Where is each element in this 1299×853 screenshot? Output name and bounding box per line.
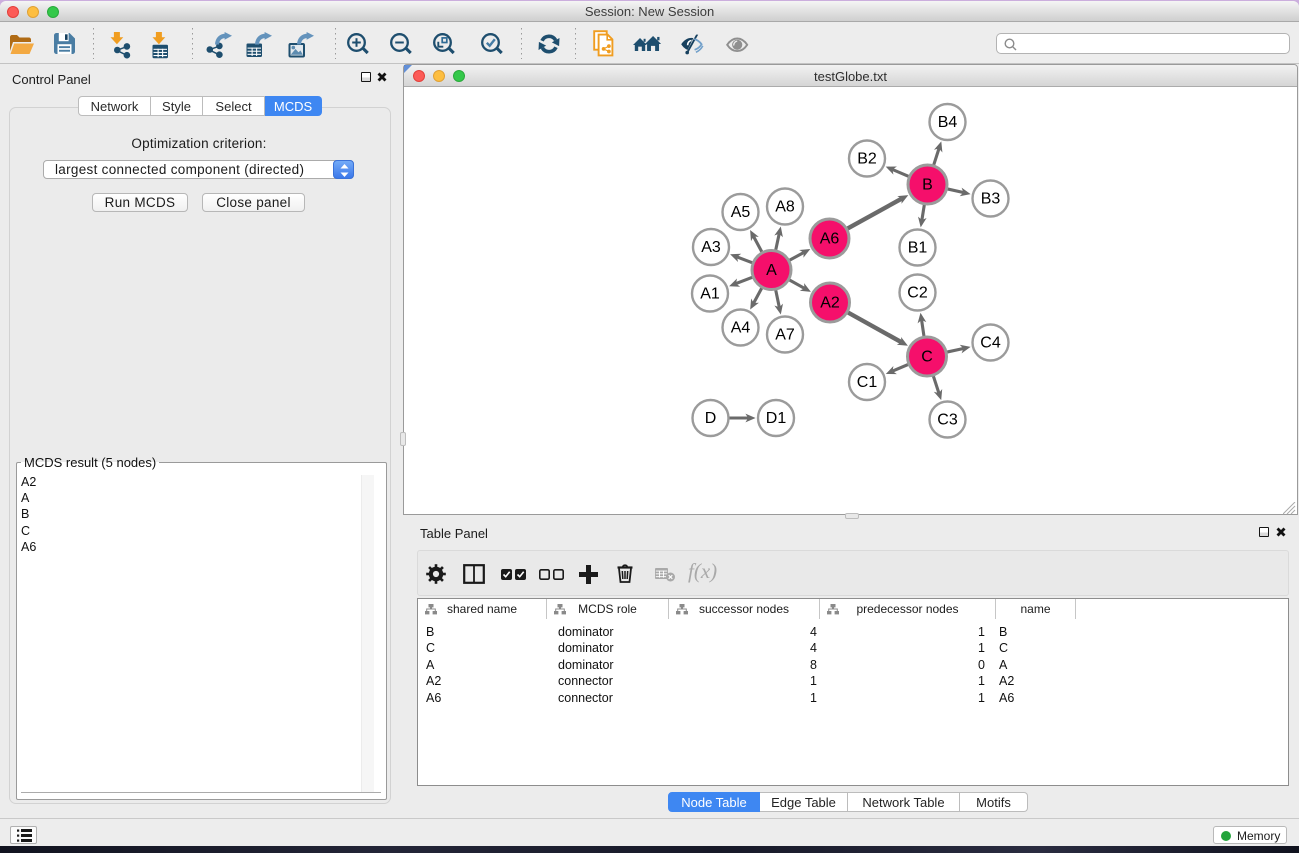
svg-text:C1: C1: [856, 374, 877, 391]
svg-text:B4: B4: [937, 114, 957, 131]
svg-text:C3: C3: [937, 412, 958, 429]
svg-text:B2: B2: [857, 151, 877, 168]
svg-text:A6: A6: [819, 231, 839, 248]
svg-text:A8: A8: [775, 199, 795, 216]
svg-text:C4: C4: [980, 335, 1001, 352]
svg-text:C: C: [921, 349, 933, 366]
svg-text:A: A: [766, 262, 777, 279]
svg-text:A2: A2: [820, 295, 840, 312]
svg-text:A1: A1: [700, 286, 720, 303]
svg-text:B1: B1: [907, 240, 927, 257]
svg-text:B3: B3: [980, 191, 1000, 208]
svg-text:C2: C2: [907, 285, 928, 302]
svg-text:A7: A7: [775, 327, 795, 344]
svg-text:A5: A5: [730, 204, 750, 221]
svg-text:A4: A4: [730, 320, 750, 337]
svg-text:D1: D1: [765, 410, 786, 427]
svg-text:D: D: [704, 410, 716, 427]
svg-text:B: B: [922, 177, 933, 194]
svg-text:A3: A3: [701, 239, 721, 256]
